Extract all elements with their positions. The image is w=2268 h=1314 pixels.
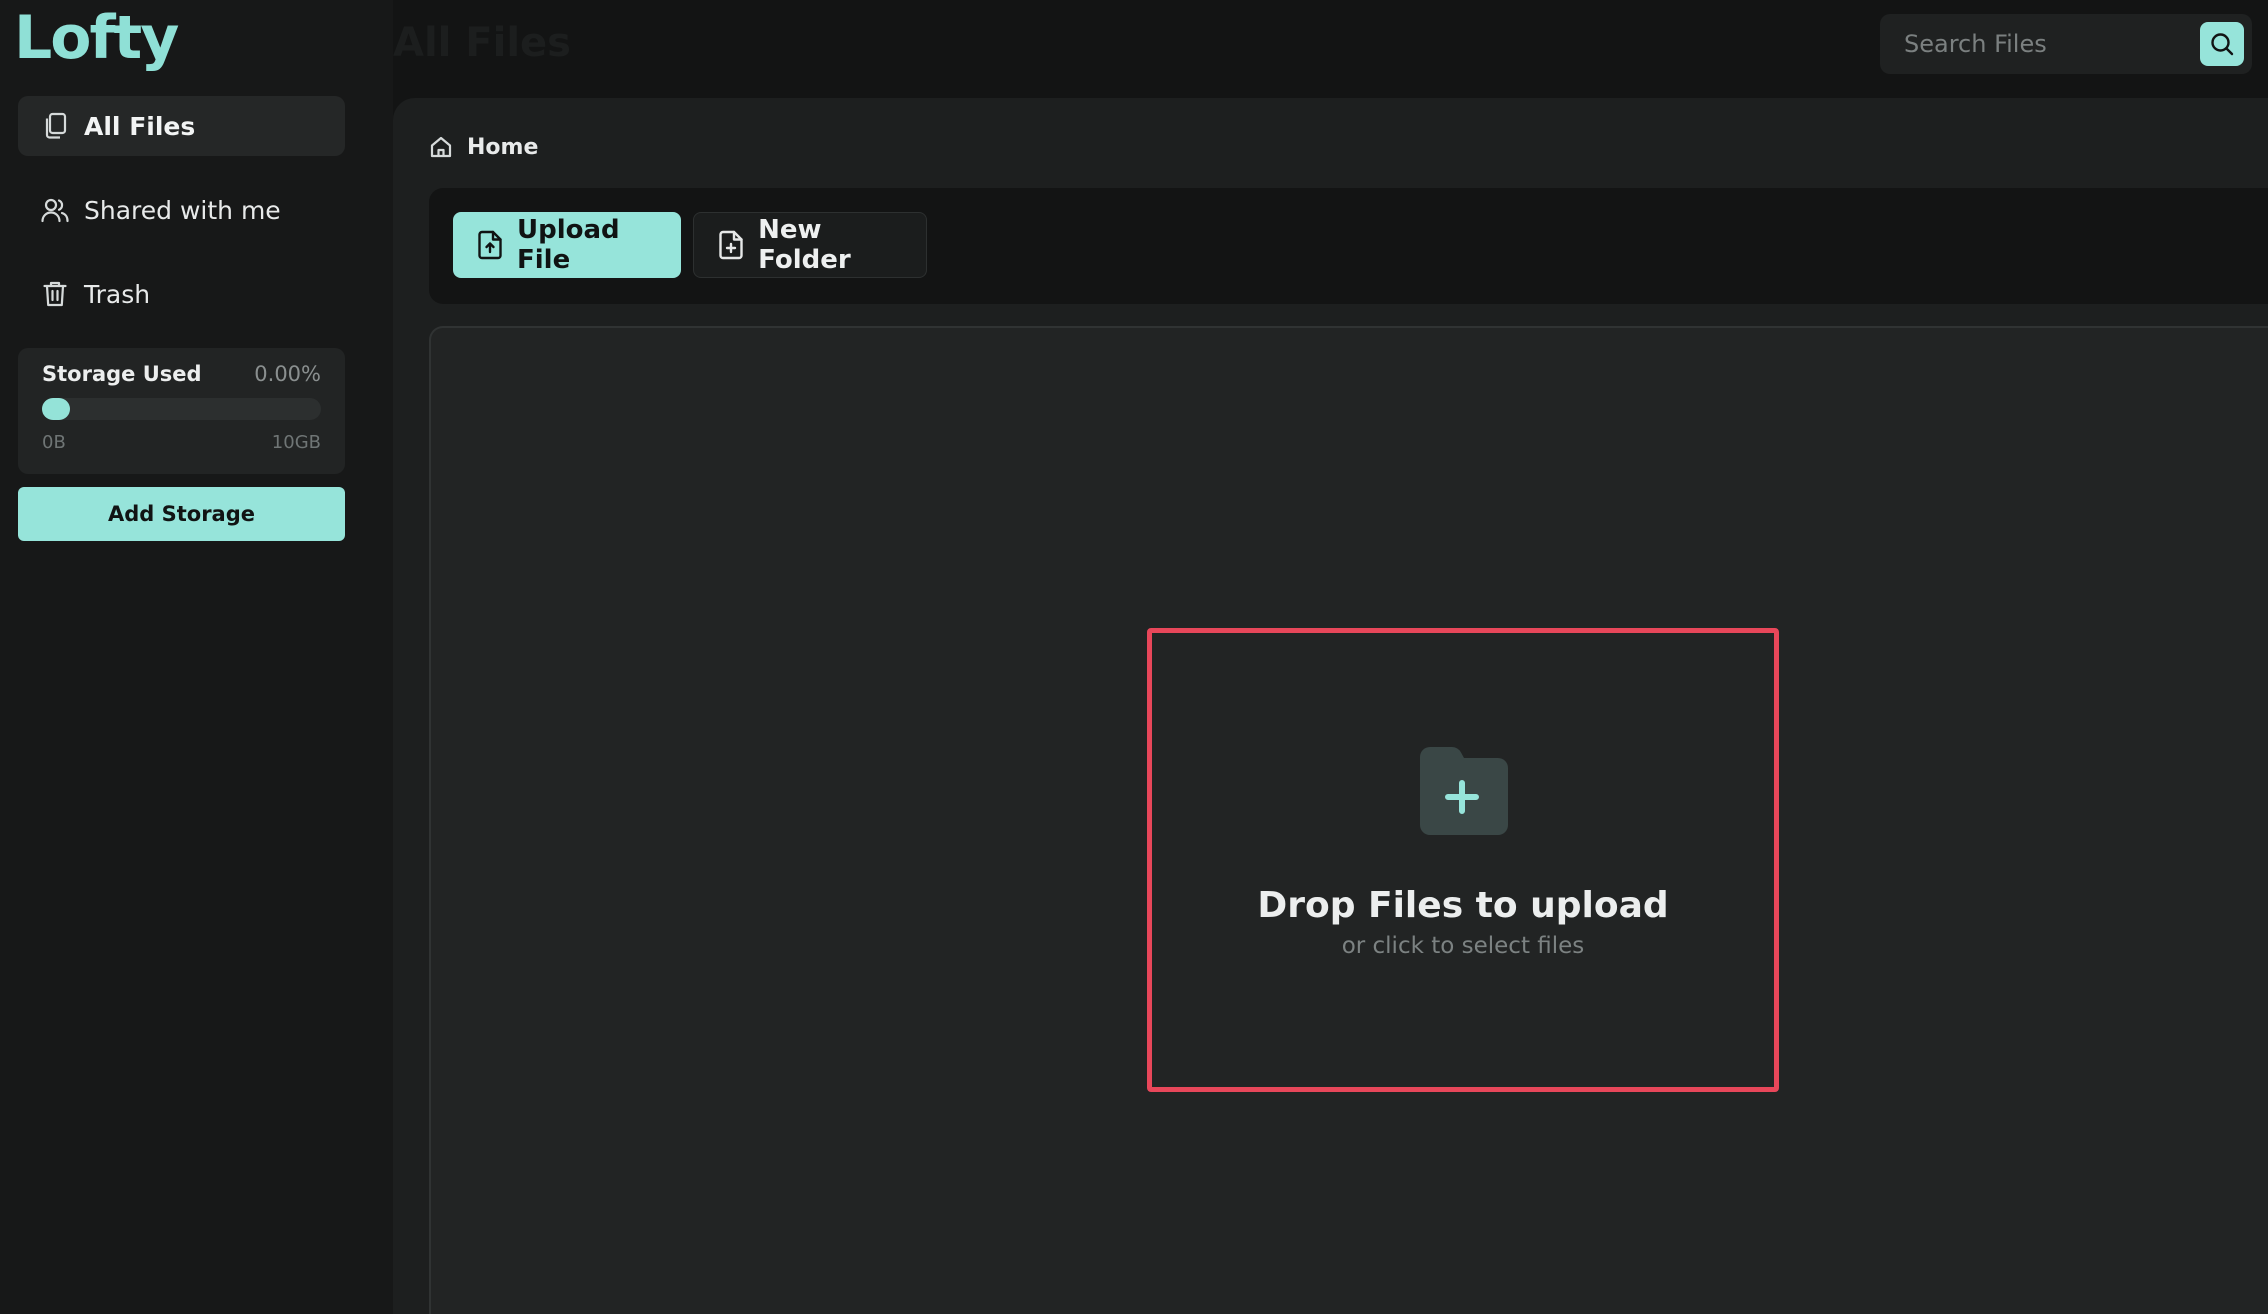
app-logo[interactable]: Lofty [14, 2, 179, 74]
storage-card: Storage Used 0.00% 0B 10GB [18, 348, 345, 474]
upload-file-label: Upload File [517, 215, 620, 275]
storage-progress-indicator [42, 398, 70, 420]
sidebar-item-shared-with-me[interactable]: Shared with me [18, 180, 345, 240]
toolbar: Upload File New Folder [429, 188, 2268, 304]
sidebar: Lofty All Files Shared with me Trash Sto… [0, 0, 393, 1314]
storage-percent: 0.00% [254, 362, 321, 386]
search-icon [2209, 31, 2235, 57]
sidebar-item-label: Trash [84, 279, 151, 309]
app-window: Lofty All Files Shared with me Trash Sto… [0, 0, 2268, 1314]
new-folder-label: New Folder [758, 215, 851, 275]
storage-min-label: 0B [42, 432, 66, 453]
search-input[interactable] [1880, 14, 2190, 74]
users-icon [40, 195, 70, 225]
folder-plus-icon [1412, 739, 1512, 839]
storage-title: Storage Used [42, 362, 202, 386]
sidebar-item-label: All Files [84, 111, 196, 141]
storage-progress-bar [42, 398, 321, 420]
search-box [1880, 14, 2252, 74]
add-storage-button[interactable]: Add Storage [18, 487, 345, 541]
breadcrumb[interactable]: Home [429, 134, 538, 160]
home-icon [429, 134, 455, 160]
file-upload-icon [477, 230, 503, 260]
search-button[interactable] [2200, 22, 2244, 66]
new-folder-button[interactable]: New Folder [693, 212, 927, 278]
storage-max-label: 10GB [271, 432, 321, 453]
dropzone-title: Drop Files to upload [1257, 885, 1669, 926]
file-plus-icon [718, 230, 744, 260]
dropzone-subtitle: or click to select files [1341, 933, 1585, 959]
sidebar-item-all-files[interactable]: All Files [18, 96, 345, 156]
sidebar-item-trash[interactable]: Trash [18, 264, 345, 324]
page-title: All Files [393, 20, 571, 66]
sidebar-item-label: Shared with me [84, 195, 281, 225]
upload-file-button[interactable]: Upload File [453, 212, 681, 278]
files-icon [40, 111, 70, 141]
trash-icon [40, 279, 70, 309]
breadcrumb-home: Home [467, 134, 539, 160]
upload-dropzone[interactable]: Drop Files to upload or click to select … [1147, 628, 1779, 1092]
